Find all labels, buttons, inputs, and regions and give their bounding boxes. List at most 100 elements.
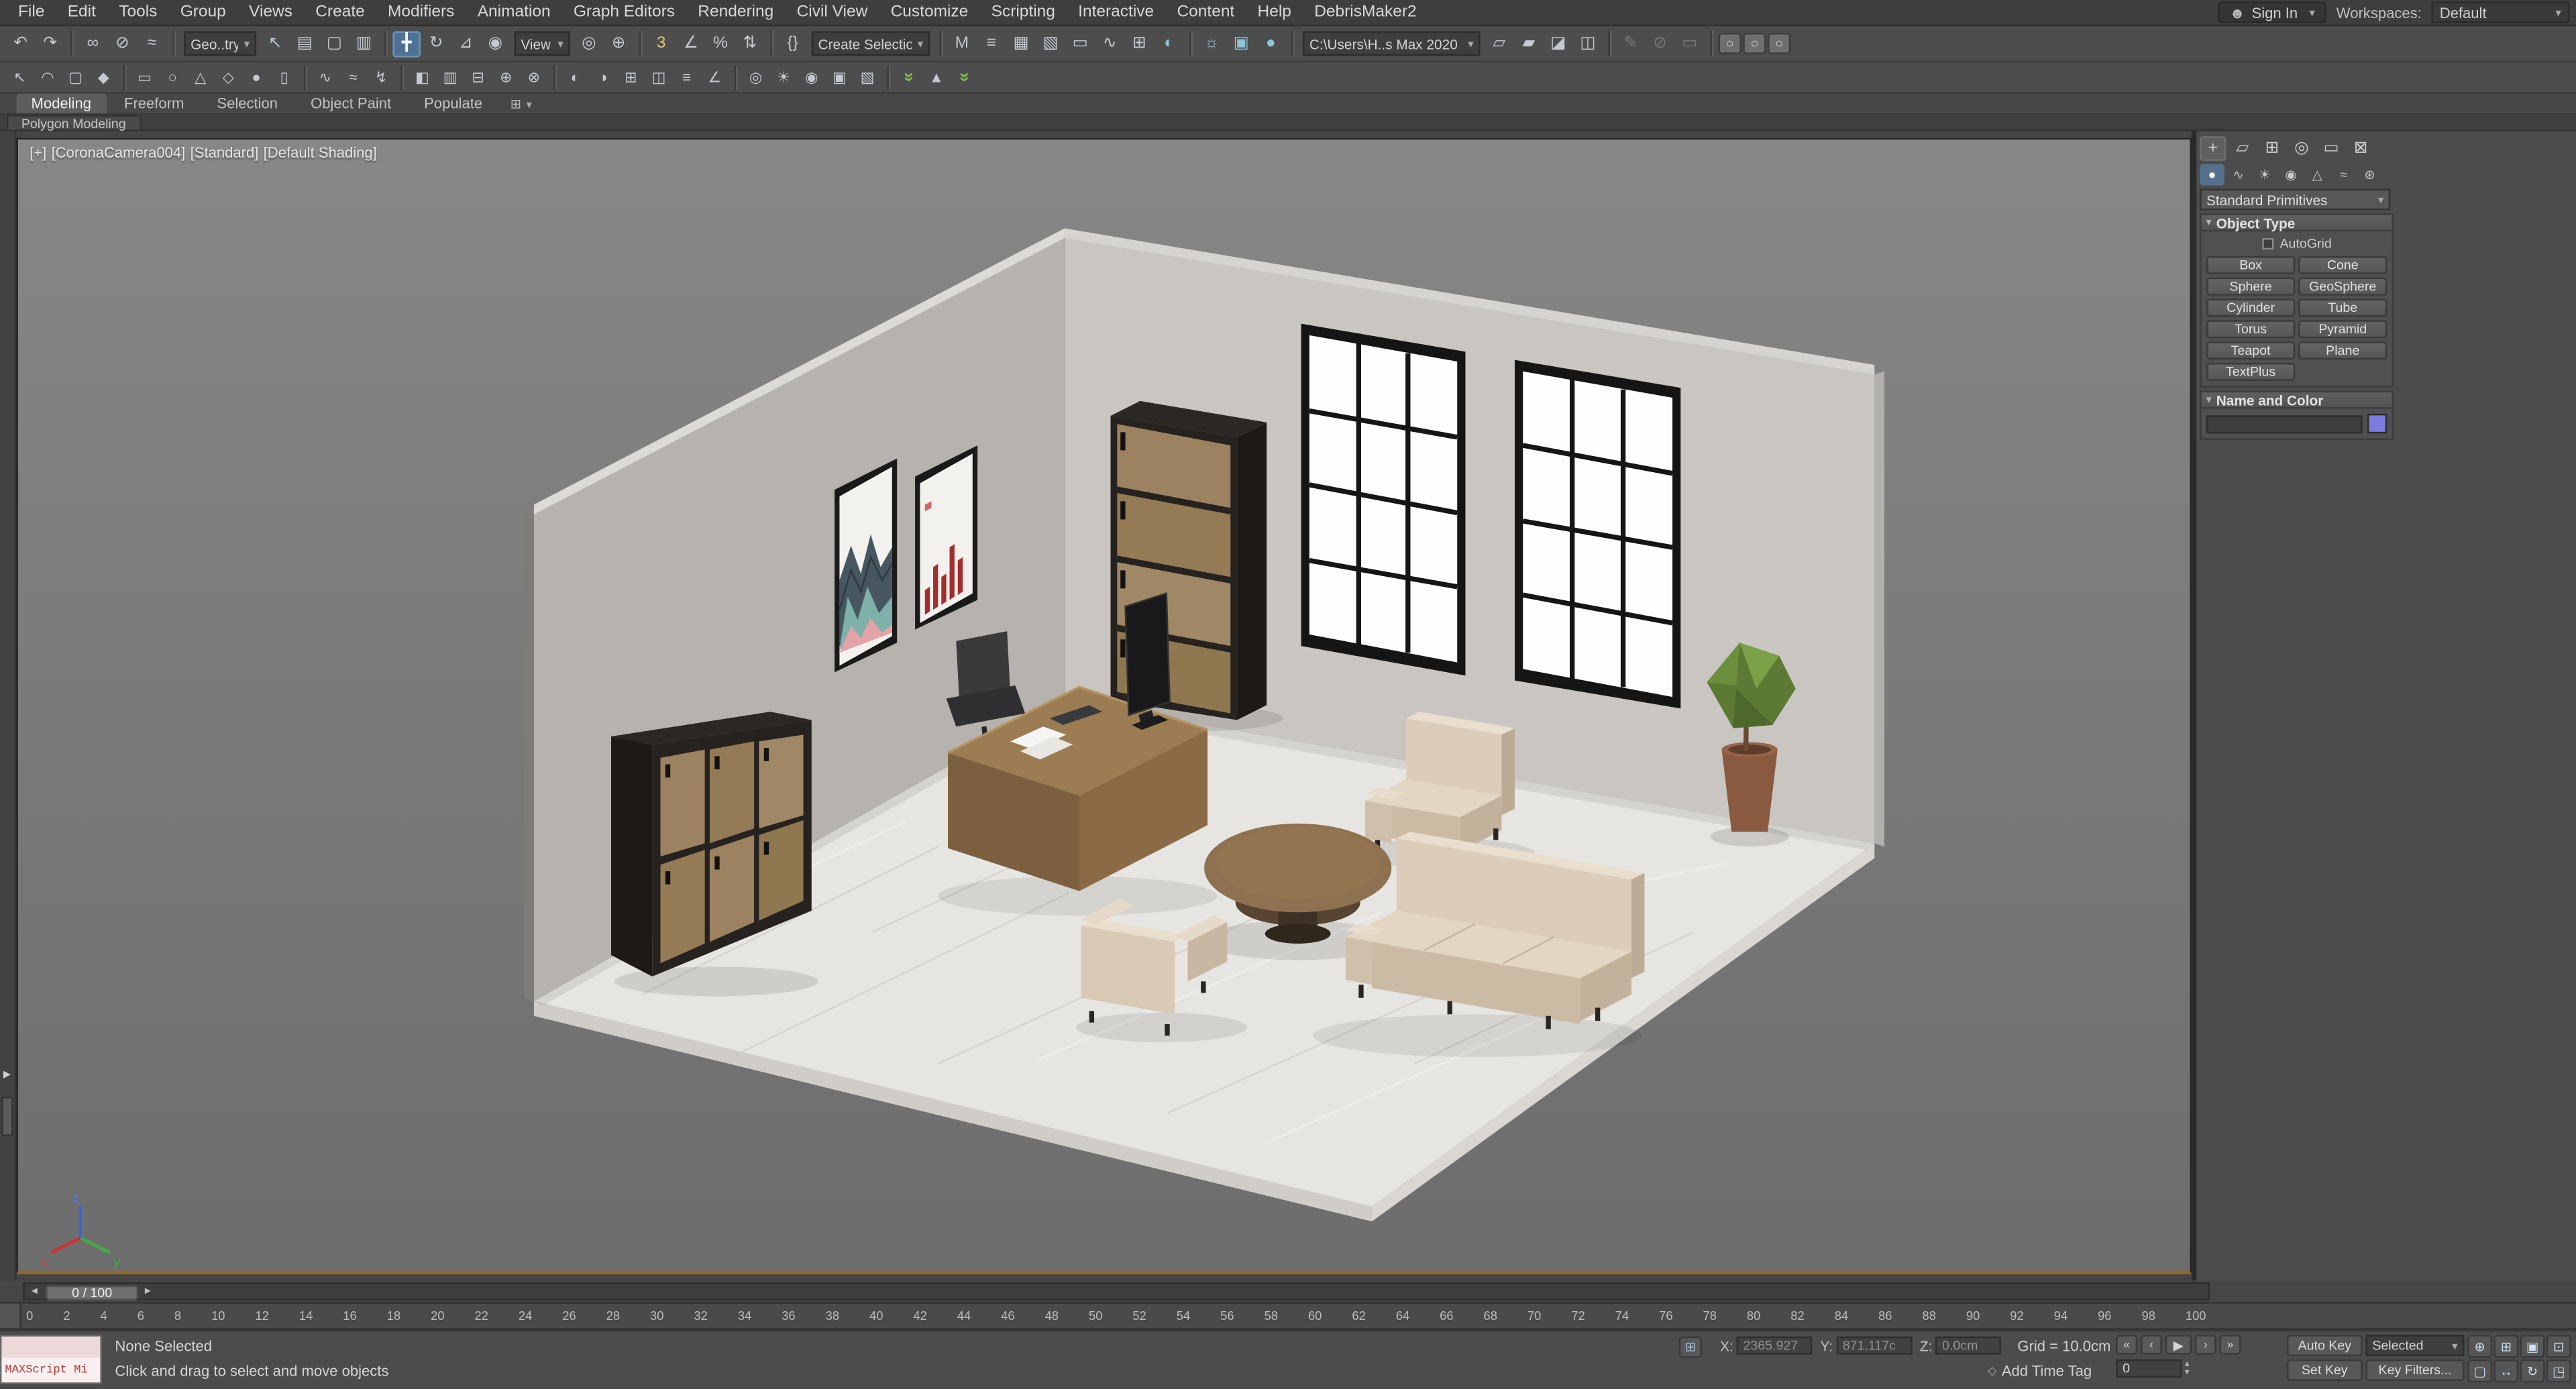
object-name-input[interactable] <box>2206 414 2363 433</box>
menu-civil-view[interactable]: Civil View <box>785 0 879 25</box>
arc-mode-icon[interactable]: ◠ <box>34 66 60 89</box>
menu-debrismaker2[interactable]: DebrisMaker2 <box>1303 0 1428 25</box>
align-tool-icon[interactable]: ≡ <box>674 66 700 89</box>
align-icon[interactable]: ≡ <box>977 30 1006 56</box>
workspace-dropdown[interactable]: Default ▾ <box>2431 1 2570 23</box>
hierarchy-tab-icon[interactable]: ⊞ <box>2259 136 2285 161</box>
material-editor-icon[interactable]: ◐ <box>1155 30 1183 56</box>
coordinate-x-field[interactable]: 2365.927 <box>1736 1336 1813 1355</box>
systems-category-icon[interactable]: ⊛ <box>2357 164 2382 185</box>
previous-frame-button[interactable]: ‹ <box>2141 1335 2162 1355</box>
object-type-sphere[interactable]: Sphere <box>2206 277 2296 296</box>
selection-region-icon[interactable]: ▢ <box>321 30 349 56</box>
spline-tool-icon[interactable]: ∿ <box>312 66 338 89</box>
object-type-teapot[interactable]: Teapot <box>2206 341 2296 360</box>
region-mode-icon[interactable]: ▢ <box>62 66 89 89</box>
menu-interactive[interactable]: Interactive <box>1067 0 1165 25</box>
object-type-textplus[interactable]: TextPlus <box>2206 363 2296 381</box>
polygon-modeling-panel[interactable]: Polygon Modeling <box>6 115 141 131</box>
play-button[interactable]: ▶ <box>2165 1335 2192 1355</box>
ribbon-toggle-icon[interactable]: ▭ <box>1066 30 1094 56</box>
boolean-intersect-icon[interactable]: ⊗ <box>521 66 547 89</box>
select-and-move-icon[interactable]: ╋ <box>392 30 421 57</box>
modify-tab-icon[interactable]: ▱ <box>2229 136 2255 161</box>
auto-key-button[interactable]: Auto Key <box>2286 1335 2363 1357</box>
corona-menu-icon[interactable]: ▲ <box>923 66 949 89</box>
select-and-place-icon[interactable]: ◉ <box>482 30 510 56</box>
hemisphere-alt-icon[interactable]: ◑ <box>590 66 616 89</box>
curve-editor-icon[interactable]: ∿ <box>1095 30 1124 56</box>
macro-recorder-line[interactable] <box>1 1336 101 1358</box>
next-frame-arrow[interactable]: ► <box>143 1284 153 1298</box>
bolt-tool-icon[interactable]: ↯ <box>368 66 394 89</box>
render-setup-icon[interactable]: ☼ <box>1197 30 1226 56</box>
display-panel-icon[interactable]: ▭ <box>1676 30 1704 56</box>
render-production-icon[interactable]: ● <box>1256 30 1285 56</box>
object-type-torus[interactable]: Torus <box>2206 320 2296 339</box>
menu-modifiers[interactable]: Modifiers <box>376 0 466 25</box>
zoom-icon[interactable]: ⊕ <box>2467 1335 2493 1358</box>
primitives-dropdown[interactable]: Standard Primitives ▾ <box>2200 188 2391 211</box>
utilities-tab-icon[interactable]: ⊠ <box>2348 136 2374 161</box>
object-type-pyramid[interactable]: Pyramid <box>2298 320 2387 339</box>
angle-tool-icon[interactable]: ∠ <box>702 66 728 89</box>
menu-edit[interactable]: Edit <box>56 0 107 25</box>
add-time-tag-button[interactable]: ◇ Add Time Tag <box>1988 1363 2092 1379</box>
menu-help[interactable]: Help <box>1246 0 1303 25</box>
viewport[interactable]: x y z [+] [CoronaCamera004] [Standard] [… <box>16 137 2192 1274</box>
menu-group[interactable]: Group <box>169 0 237 25</box>
selection-lock-icon[interactable]: ⊞ <box>1678 1336 1703 1358</box>
maximize-viewport-icon[interactable]: ◳ <box>2546 1359 2571 1383</box>
key-filters-button[interactable]: Key Filters... <box>2365 1359 2465 1381</box>
zoom-all-icon[interactable]: ⊞ <box>2493 1335 2519 1358</box>
geometry-category-icon[interactable]: ● <box>2200 163 2224 185</box>
reference-coordinate-dropdown[interactable]: View ▾ <box>514 31 570 56</box>
zoom-extents-icon[interactable]: ▣ <box>2520 1335 2545 1358</box>
sign-in-button[interactable]: ☻ Sign In ▾ <box>2218 1 2327 23</box>
snaps-toggle-icon[interactable]: 3 <box>647 30 676 56</box>
select-and-rotate-icon[interactable]: ↻ <box>422 30 450 56</box>
maxscript-listener-line[interactable]: MAXScript Mi <box>1 1357 101 1383</box>
project-folder-icon[interactable]: ▱ <box>1485 30 1513 56</box>
boolean-union-icon[interactable]: ⊕ <box>493 66 519 89</box>
viewport-general-menu[interactable]: [+] <box>30 144 46 160</box>
object-type-tube[interactable]: Tube <box>2298 298 2387 317</box>
select-cursor-icon[interactable]: ↖ <box>7 66 33 89</box>
spinner-snap-icon[interactable]: ⇅ <box>736 30 764 56</box>
select-object-icon[interactable]: ↖ <box>261 30 289 56</box>
motion-tab-icon[interactable]: ◎ <box>2288 136 2314 161</box>
layers-tool-icon[interactable]: ▧ <box>854 66 880 89</box>
object-type-cylinder[interactable]: Cylinder <box>2206 298 2296 317</box>
go-to-start-button[interactable]: « <box>2116 1335 2138 1355</box>
object-type-plane[interactable]: Plane <box>2298 341 2387 360</box>
object-color-swatch[interactable] <box>2367 413 2387 434</box>
hemisphere-icon[interactable]: ◐ <box>562 66 588 89</box>
select-and-manipulate-icon[interactable]: ⊕ <box>604 30 633 56</box>
menu-tools[interactable]: Tools <box>107 0 168 25</box>
menu-graph-editors[interactable]: Graph Editors <box>562 0 686 25</box>
mirror-tool-icon[interactable]: ◫ <box>645 66 672 89</box>
select-by-name-icon[interactable]: ▤ <box>290 30 319 56</box>
mirror-icon[interactable]: M <box>948 30 976 56</box>
viewport-style-menu[interactable]: [Standard] <box>191 144 259 160</box>
object-type-cone[interactable]: Cone <box>2298 256 2387 274</box>
coordinate-z-field[interactable]: 0.0cm <box>1935 1336 2002 1355</box>
create-rectangle-icon[interactable]: ▭ <box>131 66 158 89</box>
viewport-shading-menu[interactable]: [Default Shading] <box>264 144 377 160</box>
create-diamond-icon[interactable]: ◇ <box>215 66 241 89</box>
ribbon-tab-modeling[interactable]: Modeling <box>16 93 107 113</box>
schematic-view-icon[interactable]: ⊞ <box>1126 30 1154 56</box>
toggle-b-icon[interactable]: ○ <box>1743 32 1766 54</box>
space-warps-category-icon[interactable]: ≈ <box>2331 164 2356 185</box>
artwork-2[interactable] <box>915 445 978 630</box>
named-selection-sets-dropdown[interactable]: Create Selection Se ▾ <box>811 31 930 56</box>
asset-library-icon[interactable]: ◪ <box>1544 30 1572 56</box>
menu-views[interactable]: Views <box>237 0 304 25</box>
ribbon-config-icon[interactable]: ⊞ ▾ <box>511 97 532 113</box>
coordinate-y-field[interactable]: 871.117c <box>1835 1336 1912 1355</box>
ribbon-tab-freeform[interactable]: Freeform <box>109 94 199 113</box>
vertex-mode-icon[interactable]: ◆ <box>91 66 117 89</box>
previous-frame-arrow[interactable]: ◄ <box>30 1284 40 1298</box>
window-2[interactable] <box>1514 359 1681 709</box>
ribbon-tab-object-paint[interactable]: Object Paint <box>296 94 406 113</box>
